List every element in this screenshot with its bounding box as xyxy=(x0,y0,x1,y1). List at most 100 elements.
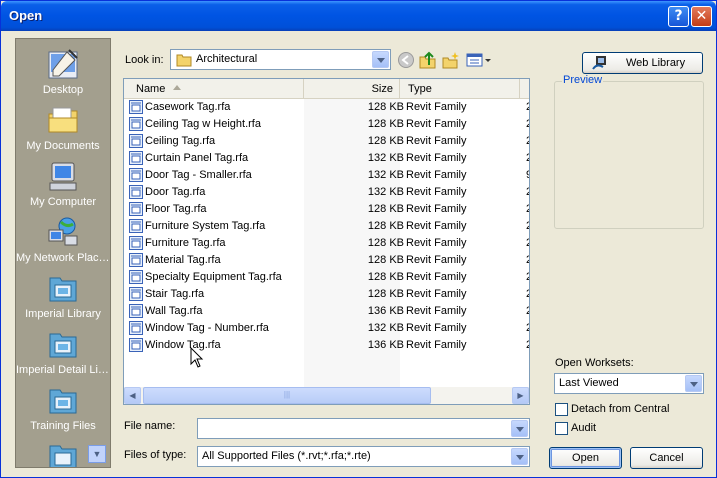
worksets-combo[interactable]: Last Viewed xyxy=(554,373,704,394)
place-imperial-detail-library[interactable]: Imperial Detail Libr... xyxy=(16,325,110,381)
revit-family-file-icon xyxy=(129,304,143,318)
file-row[interactable]: Material Tag.rfa 128 KBRevit Family 2 xyxy=(124,252,529,269)
detach-checkbox[interactable] xyxy=(555,403,568,416)
folder-library-icon xyxy=(49,445,77,467)
sort-ascending-icon xyxy=(173,85,181,90)
close-button[interactable]: ✕ xyxy=(691,6,712,27)
place-label: Desktop xyxy=(42,84,84,96)
file-row[interactable]: Furniture Tag.rfa 128 KBRevit Family 2 xyxy=(124,235,529,252)
file-size: 128 KB xyxy=(367,237,404,249)
chevron-down-icon[interactable] xyxy=(511,420,528,437)
places-bar: Desktop My Documents My Computer My Netw… xyxy=(15,38,111,468)
place-label: My Documents xyxy=(26,140,100,152)
filename-combo[interactable] xyxy=(197,418,530,439)
chevron-down-icon[interactable] xyxy=(372,51,389,68)
column-header-type[interactable]: Type xyxy=(400,79,520,99)
file-list[interactable]: Name Size Type Casework Tag.rfa 128 KB Rev… xyxy=(123,78,530,405)
place-my-computer[interactable]: My Computer xyxy=(16,157,110,213)
file-date: 2 xyxy=(526,135,529,147)
scroll-left-button[interactable]: ◀ xyxy=(124,387,141,404)
revit-family-file-icon xyxy=(129,134,143,148)
column-header-size[interactable]: Size xyxy=(304,79,400,99)
place-my-documents[interactable]: My Documents xyxy=(16,101,110,157)
file-row[interactable]: Stair Tag.rfa 128 KBRevit Family 2 xyxy=(124,286,529,303)
file-row[interactable]: Floor Tag.rfa 128 KBRevit Family 2 xyxy=(124,201,529,218)
place-imperial-library[interactable]: Imperial Library xyxy=(16,269,110,325)
file-date: 2 xyxy=(526,220,529,232)
file-size: 132 KB xyxy=(367,186,404,198)
chevron-down-icon[interactable] xyxy=(511,448,528,465)
preview-group: Preview xyxy=(554,74,704,229)
file-name: Wall Tag.rfa xyxy=(145,305,203,317)
new-folder-icon[interactable] xyxy=(442,51,460,69)
views-menu-icon[interactable] xyxy=(466,51,492,69)
filename-label: File name: xyxy=(124,420,176,432)
place-label: Imperial Detail Libr... xyxy=(16,364,110,376)
file-size: 128 KB xyxy=(367,271,404,283)
file-type: Revit Family xyxy=(406,237,467,249)
audit-checkbox[interactable] xyxy=(555,422,568,435)
file-name: Casework Tag.rfa xyxy=(145,101,231,113)
file-date: 2 xyxy=(526,101,529,113)
file-row[interactable]: Casework Tag.rfa 128 KBRevit Family 2 xyxy=(124,99,529,116)
file-date: 2 xyxy=(526,203,529,215)
help-button[interactable]: ? xyxy=(668,6,689,27)
scroll-right-button[interactable]: ▶ xyxy=(512,387,529,404)
column-header-name[interactable]: Name xyxy=(124,79,304,99)
chevron-down-icon: ▼ xyxy=(92,449,102,459)
column-type-label: Type xyxy=(408,83,432,95)
web-library-button[interactable]: Web Library xyxy=(582,52,703,74)
file-type: Revit Family xyxy=(406,254,467,266)
back-icon[interactable] xyxy=(397,51,415,69)
cancel-button[interactable]: Cancel xyxy=(630,447,703,469)
file-name: Ceiling Tag w Height.rfa xyxy=(145,118,261,130)
file-size: 128 KB xyxy=(367,203,404,215)
desktop-icon xyxy=(48,49,78,79)
place-network[interactable]: My Network Places xyxy=(16,213,110,269)
lookin-combo[interactable]: Architectural xyxy=(170,49,391,70)
up-folder-icon[interactable] xyxy=(419,51,437,69)
file-row[interactable]: Curtain Panel Tag.rfa 132 KBRevit Family 2 xyxy=(124,150,529,167)
file-row[interactable]: Door Tag - Smaller.rfa 132 KB Revit Family… xyxy=(124,167,529,184)
file-type: Revit Family xyxy=(406,305,467,317)
scroll-thumb[interactable]: ||| xyxy=(143,387,431,404)
column-size-label: Size xyxy=(371,83,393,95)
file-date: 2 xyxy=(526,339,529,351)
chevron-down-icon[interactable] xyxy=(685,375,702,392)
my-documents-icon xyxy=(48,107,78,133)
revit-family-file-icon xyxy=(129,236,143,250)
file-size: 128 KB xyxy=(367,220,404,232)
my-computer-icon xyxy=(49,162,77,191)
column-header-date[interactable] xyxy=(520,79,529,99)
file-row[interactable]: Specialty Equipment Tag.rfa 128 KB Revit F… xyxy=(124,269,529,286)
file-row[interactable]: Wall Tag.rfa 136 KBRevit Family 2 xyxy=(124,303,529,320)
places-scroll-down-button[interactable]: ▼ xyxy=(88,445,106,463)
revit-family-file-icon xyxy=(129,270,143,284)
place-training-files[interactable]: Training Files xyxy=(16,381,110,437)
file-row[interactable]: Ceiling Tag.rfa 128 KBRevit Family 2 xyxy=(124,133,529,150)
filetype-combo[interactable]: All Supported Files (*.rvt;*.rfa;*.rte) xyxy=(197,446,530,467)
web-library-label: Web Library xyxy=(626,57,686,69)
file-size: 136 KB xyxy=(367,339,404,351)
place-label: Imperial Library xyxy=(25,308,101,320)
file-type: Revit Family xyxy=(406,322,467,334)
file-size: 132 KB xyxy=(367,169,404,181)
file-row[interactable]: Window Tag.rfa 136 KBRevit Family 2 xyxy=(124,337,529,354)
file-name: Specialty Equipment Tag.rfa xyxy=(145,271,282,283)
revit-family-file-icon xyxy=(129,185,143,199)
open-button[interactable]: Open xyxy=(549,447,622,469)
file-date: 2 xyxy=(526,254,529,266)
file-row[interactable]: Ceiling Tag w Height.rfa 128 KB Revit Fami… xyxy=(124,116,529,133)
horizontal-scrollbar[interactable]: ◀ ||| ▶ xyxy=(124,387,529,404)
file-size: 128 KB xyxy=(367,118,404,130)
revit-family-file-icon xyxy=(129,253,143,267)
revit-family-file-icon xyxy=(129,100,143,114)
file-row[interactable]: Door Tag.rfa 132 KBRevit Family 2 xyxy=(124,184,529,201)
file-size: 132 KB xyxy=(367,152,404,164)
place-desktop[interactable]: Desktop xyxy=(16,45,110,101)
title-bar[interactable]: Open ? ✕ xyxy=(1,1,716,31)
file-type: Revit Family xyxy=(406,101,467,113)
file-row[interactable]: Furniture System Tag.rfa 128 KB Revit Fami… xyxy=(124,218,529,235)
close-icon: ✕ xyxy=(695,8,708,24)
file-row[interactable]: Window Tag - Number.rfa 132 KB Revit Famil… xyxy=(124,320,529,337)
